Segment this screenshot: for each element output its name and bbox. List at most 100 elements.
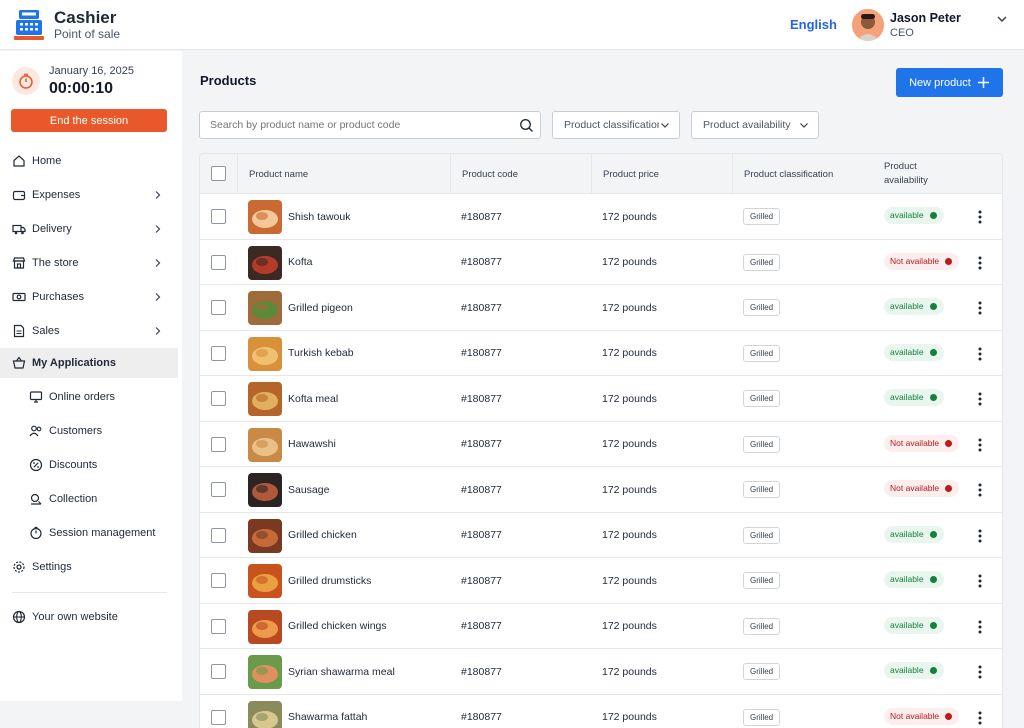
availability-text: available	[890, 210, 924, 220]
row-checkbox[interactable]	[211, 709, 226, 725]
row-checkbox[interactable]	[211, 345, 226, 361]
sidebar-item-delivery[interactable]: Delivery	[0, 214, 178, 244]
table-row[interactable]: Sausage #180877 172 pounds Grilled Not a…	[200, 467, 1002, 513]
row-checkbox[interactable]	[211, 527, 226, 543]
sidebar-item-my-applications[interactable]: My Applications	[0, 348, 178, 378]
more-options-icon[interactable]	[975, 391, 985, 407]
sidebar-item-purchases[interactable]: Purchases	[0, 282, 178, 312]
table-row[interactable]: Grilled chicken #180877 172 pounds Grill…	[200, 513, 1002, 558]
product-code: #180877	[461, 665, 502, 678]
more-options-icon[interactable]	[975, 664, 985, 680]
row-checkbox[interactable]	[211, 573, 226, 588]
plus-icon	[977, 77, 989, 88]
availability-filter[interactable]: Product availability	[691, 111, 819, 139]
sidebar-subitem-session-management[interactable]: Session management	[0, 518, 178, 548]
user-name[interactable]: Jason Peter	[890, 11, 961, 25]
more-options-icon[interactable]	[975, 619, 985, 635]
column-product-name[interactable]: Product name	[237, 154, 450, 194]
row-checkbox[interactable]	[211, 618, 226, 634]
product-price: 172 pounds	[602, 711, 657, 723]
sidebar-item-settings[interactable]: Settings	[0, 552, 178, 582]
availability-badge: available	[884, 616, 944, 634]
language-switch[interactable]: English	[790, 17, 837, 32]
product-code: #180877	[461, 347, 502, 359]
sidebar-item-expenses[interactable]: Expenses	[0, 180, 178, 210]
sidebar-item-label: Sales	[32, 325, 60, 337]
classification-tag: Grilled	[743, 526, 781, 544]
avatar-image	[852, 9, 884, 41]
classification-filter[interactable]: Product classification	[552, 111, 680, 139]
table-row[interactable]: Grilled pigeon #180877 172 pounds Grille…	[200, 285, 1002, 331]
sidebar-item-sales[interactable]: Sales	[0, 316, 178, 346]
row-checkbox[interactable]	[211, 254, 226, 270]
column-product-price[interactable]: Product price	[591, 154, 732, 194]
more-options-icon[interactable]	[975, 573, 985, 589]
chevron-down-icon[interactable]	[995, 12, 1009, 26]
availability-badge: available	[884, 571, 944, 588]
table-row[interactable]: Turkish kebab #180877 172 pounds Grilled…	[200, 331, 1002, 376]
more-options-icon[interactable]	[975, 482, 985, 498]
product-code: #180877	[461, 256, 502, 268]
table-row[interactable]: Kofta #180877 172 pounds Grilled Not ava…	[200, 240, 1002, 285]
more-options-icon[interactable]	[975, 346, 985, 362]
sidebar-item-store[interactable]: The store	[0, 248, 178, 278]
brand[interactable]: Cashier Point of sale	[12, 8, 120, 42]
status-dot-icon	[929, 667, 937, 674]
product-name: Grilled chicken	[288, 529, 357, 541]
more-options-icon[interactable]	[975, 209, 985, 225]
sidebar-subitem-collection[interactable]: Collection	[0, 484, 178, 514]
products-table: Product name Product code Product price …	[199, 153, 1003, 728]
search-icon[interactable]	[519, 118, 534, 133]
table-row[interactable]: Shawarma fattah #180877 172 pounds Grill…	[200, 695, 1002, 728]
sidebar-item-label: Purchases	[32, 291, 84, 303]
sidebar-item-website[interactable]: Your own website	[0, 602, 178, 632]
more-options-icon[interactable]	[975, 255, 985, 271]
product-code: #180877	[461, 529, 502, 541]
row-checkbox[interactable]	[211, 209, 226, 224]
row-checkbox[interactable]	[211, 664, 226, 679]
column-product-code[interactable]: Product code	[450, 154, 591, 194]
table-row[interactable]: Grilled chicken wings #180877 172 pounds…	[200, 604, 1002, 649]
sidebar-item-home[interactable]: Home	[0, 146, 178, 176]
table-row[interactable]: Hawawshi #180877 172 pounds Grilled Not …	[200, 422, 1002, 467]
avatar[interactable]	[852, 9, 884, 41]
search-box[interactable]	[199, 111, 541, 139]
search-input[interactable]	[210, 112, 510, 138]
more-options-icon[interactable]	[975, 528, 985, 544]
product-code: #180877	[461, 301, 502, 314]
end-session-button[interactable]: End the session	[11, 109, 167, 132]
home-icon	[13, 155, 25, 167]
more-options-icon[interactable]	[975, 437, 985, 453]
table-row[interactable]: Shish tawouk #180877 172 pounds Grilled …	[200, 194, 1002, 240]
status-dot-icon	[929, 621, 937, 629]
row-checkbox[interactable]	[211, 300, 226, 315]
row-checkbox[interactable]	[211, 436, 226, 452]
clock-icon	[30, 526, 42, 540]
more-options-icon[interactable]	[975, 300, 985, 316]
chevron-down-icon	[659, 119, 671, 131]
table-row[interactable]: Grilled drumsticks #180877 172 pounds Gr…	[200, 558, 1002, 604]
sidebar-subitem-discounts[interactable]: Discounts	[0, 450, 178, 480]
column-product-classification[interactable]: Product classification	[732, 154, 873, 194]
row-checkbox[interactable]	[211, 391, 226, 406]
availability-badge: Not available	[884, 434, 960, 452]
availability-badge: available	[884, 298, 944, 315]
product-thumbnail	[248, 291, 282, 325]
brand-subtitle: Point of sale	[54, 27, 121, 41]
sidebar-item-label: The store	[32, 257, 79, 269]
sidebar-subitem-customers[interactable]: Customers	[0, 416, 178, 446]
status-dot-icon	[945, 712, 953, 720]
new-product-button[interactable]: New product	[896, 68, 1003, 97]
table-row[interactable]: Syrian shawarma meal #180877 172 pounds …	[200, 649, 1002, 695]
sidebar-subitem-online-orders[interactable]: Online orders	[0, 382, 178, 412]
classification-tag: Grilled	[743, 617, 781, 635]
sales-icon	[13, 324, 25, 338]
table-row[interactable]: Kofta meal #180877 172 pounds Grilled av…	[200, 376, 1002, 422]
select-all-checkbox[interactable]	[211, 166, 226, 181]
more-options-icon[interactable]	[975, 710, 985, 726]
product-price: 172 pounds	[602, 256, 657, 268]
row-checkbox[interactable]	[211, 482, 226, 497]
product-price: 172 pounds	[602, 574, 657, 587]
sidebar-item-label: Your own website	[32, 611, 118, 623]
column-product-availability[interactable]: Product availability	[873, 154, 983, 194]
